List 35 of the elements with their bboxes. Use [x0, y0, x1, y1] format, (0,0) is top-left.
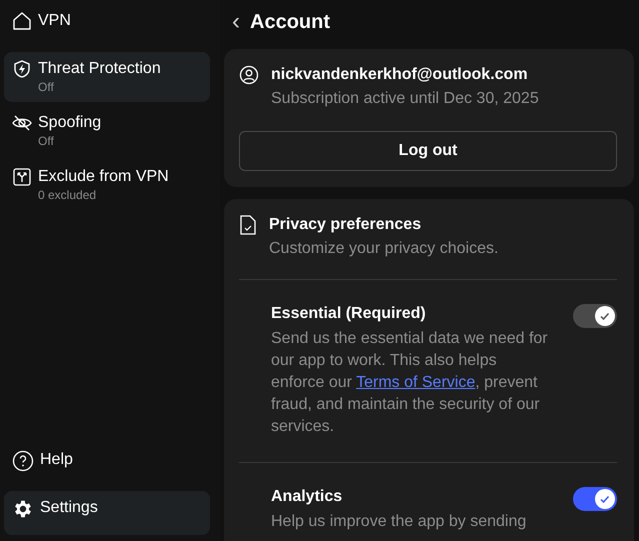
- help-icon: [12, 450, 34, 472]
- document-check-icon: [239, 215, 257, 235]
- option-description: Help us improve the app by sending: [271, 512, 528, 532]
- sidebar-item[interactable]: Settings: [4, 491, 210, 535]
- sidebar-item-label: Spoofing: [38, 113, 102, 133]
- sidebar-item[interactable]: VPN: [4, 4, 210, 48]
- sidebar-item-label: Help: [40, 450, 73, 470]
- sidebar-item[interactable]: Threat Protection Off: [4, 52, 210, 102]
- toggle-knob: [595, 489, 615, 509]
- option-title: Analytics: [271, 488, 342, 505]
- option-title: Essential (Required): [271, 305, 426, 322]
- sidebar-item[interactable]: Exclude from VPN 0 excluded: [4, 160, 210, 210]
- toggle-knob: [595, 306, 615, 326]
- sidebar-item[interactable]: Spoofing Off: [4, 106, 210, 156]
- eye-slash-icon: [12, 113, 32, 133]
- privacy-subtitle: Customize your privacy choices.: [269, 239, 498, 259]
- account-email: nickvandenkerkhof@outlook.com: [271, 65, 529, 85]
- sidebar-item-label: Settings: [40, 498, 98, 518]
- log-out-button[interactable]: Log out: [239, 131, 617, 171]
- sidebar-item-status: Off: [38, 79, 55, 95]
- sidebar-item-label: Exclude from VPN: [38, 167, 169, 187]
- sidebar-item[interactable]: Help: [4, 443, 210, 487]
- sidebar-item-label: VPN: [38, 11, 71, 31]
- privacy-title: Privacy preferences: [269, 215, 422, 235]
- page-title: Account: [250, 10, 330, 34]
- option-description: Send us the essential data we need for our app to work. This also helps enforce our Terms of Service, prevent fraud, and maintain the security of our services.: [271, 329, 549, 437]
- sidebar-item-status: 0 excluded: [38, 187, 98, 203]
- subscription-status: Subscription active until Dec 30, 2025: [271, 89, 539, 109]
- user-icon: [239, 65, 259, 85]
- sidebar-item-status: Off: [38, 133, 55, 149]
- back-button[interactable]: ‹: [232, 12, 240, 32]
- toggle-switch[interactable]: [573, 487, 617, 511]
- shield-icon: [12, 59, 32, 79]
- sidebar-item-label: Threat Protection: [38, 59, 161, 79]
- home-icon: [12, 11, 32, 31]
